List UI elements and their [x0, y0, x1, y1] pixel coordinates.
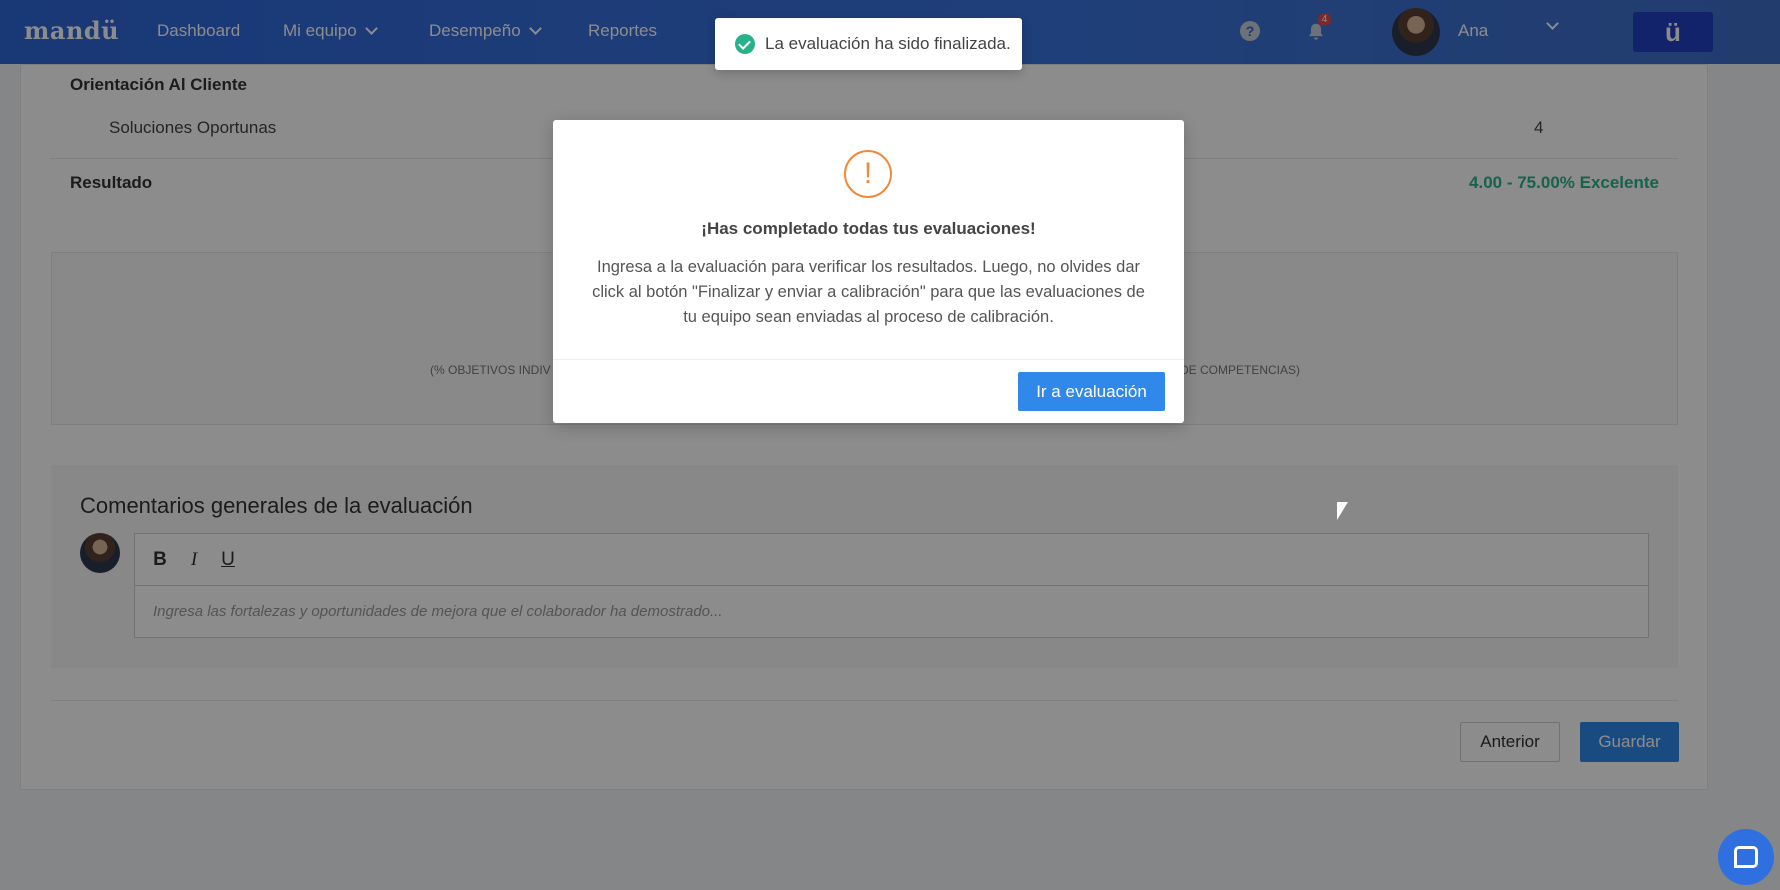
modal-divider [553, 359, 1184, 360]
modal-title: ¡Has completado todas tus evaluaciones! [701, 219, 1036, 238]
success-toast: La evaluación ha sido finalizada. [715, 18, 1022, 70]
modal-body: Ingresa a la evaluación para verificar l… [592, 258, 1145, 326]
check-circle-icon [735, 34, 755, 54]
go-to-evaluation-button[interactable]: Ir a evaluación [1018, 372, 1165, 411]
warning-icon: ! [844, 150, 892, 198]
chat-icon [1734, 846, 1758, 868]
mouse-cursor-icon [1336, 501, 1348, 521]
completion-modal: ! ¡Has completado todas tus evaluaciones… [553, 120, 1184, 423]
toast-message: La evaluación ha sido finalizada. [765, 34, 1011, 53]
chat-launcher-button[interactable] [1718, 829, 1774, 885]
